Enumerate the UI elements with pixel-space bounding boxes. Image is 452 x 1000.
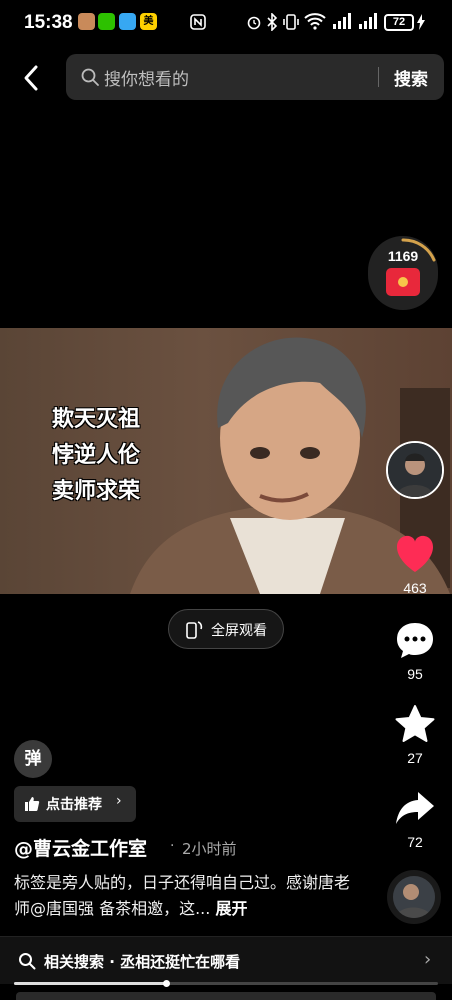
share-count: 72 bbox=[407, 834, 423, 850]
chevron-right-icon: › bbox=[424, 949, 432, 970]
red-envelope-icon bbox=[386, 268, 420, 296]
search-icon bbox=[81, 68, 99, 86]
caption-line: 悖逆人伦 bbox=[52, 443, 141, 468]
playback-progress[interactable] bbox=[14, 980, 438, 987]
recommend-button[interactable]: 点击推荐 › bbox=[14, 786, 136, 822]
charging-icon bbox=[417, 14, 425, 30]
search-input[interactable]: 搜你想看的 bbox=[104, 65, 189, 90]
battery-indicator: 72 bbox=[384, 14, 414, 31]
author-name[interactable]: @曹云金工作室 bbox=[14, 834, 147, 861]
signal-icon bbox=[333, 13, 351, 29]
comment-button[interactable]: 95 bbox=[380, 620, 450, 682]
wifi-icon bbox=[304, 13, 326, 30]
like-count: 463 bbox=[403, 580, 427, 596]
description-text: 标签是旁人贴的，日子还得咱自己过。感谢唐老师@唐国强 备茶相邀，这... bbox=[14, 873, 351, 918]
nfc-icon bbox=[190, 14, 206, 30]
progress-fill bbox=[14, 982, 167, 985]
heart-icon bbox=[396, 535, 434, 572]
fullscreen-button[interactable]: 全屏观看 bbox=[168, 609, 284, 649]
favorite-count: 27 bbox=[407, 750, 423, 766]
status-bar: 15:38 美 72 bbox=[0, 0, 452, 46]
wechat-icon bbox=[98, 13, 115, 30]
star-icon bbox=[395, 705, 435, 742]
post-description: 标签是旁人贴的，日子还得咱自己过。感谢唐老师@唐国强 备茶相邀，这... 展开 bbox=[14, 870, 354, 922]
expand-link[interactable]: 展开 bbox=[215, 899, 247, 918]
search-icon bbox=[19, 953, 36, 970]
app-notification-icon bbox=[119, 13, 136, 30]
signal-icon bbox=[359, 13, 377, 29]
red-packet-reward[interactable]: 1169 bbox=[368, 236, 438, 310]
search-button[interactable]: 搜索 bbox=[394, 65, 428, 90]
related-search-bar[interactable]: 相关搜索 · 丞相还挺忙在哪看 › bbox=[0, 936, 452, 984]
fullscreen-label: 全屏观看 bbox=[211, 623, 267, 639]
caption-line: 欺天灭祖 bbox=[52, 407, 141, 432]
progress-knob[interactable] bbox=[163, 980, 171, 987]
vibrate-icon bbox=[283, 14, 299, 30]
meituan-icon: 美 bbox=[140, 13, 157, 30]
music-disc[interactable] bbox=[387, 870, 441, 924]
recommend-label: 点击推荐 bbox=[46, 797, 102, 813]
back-arrow-icon[interactable] bbox=[18, 62, 46, 94]
danmu-toggle[interactable]: 弹 bbox=[14, 740, 52, 778]
video-caption: 欺天灭祖 悖逆人伦 卖师求荣 bbox=[52, 402, 140, 510]
separator-dot: · bbox=[170, 838, 175, 854]
search-bar[interactable]: 搜你想看的 搜索 bbox=[66, 54, 444, 100]
bottom-bar bbox=[16, 992, 436, 1000]
post-time: 2小时前 bbox=[182, 840, 237, 858]
search-divider bbox=[378, 67, 379, 87]
reward-count: 1169 bbox=[387, 248, 419, 264]
thumbs-up-icon bbox=[25, 797, 40, 811]
caption-line: 卖师求荣 bbox=[52, 479, 141, 504]
comment-count: 95 bbox=[407, 666, 423, 682]
alarm-icon bbox=[247, 16, 261, 30]
share-arrow-icon bbox=[396, 792, 434, 824]
chevron-right-icon: › bbox=[116, 793, 122, 809]
favorite-button[interactable]: 27 bbox=[380, 704, 450, 766]
share-button[interactable]: 72 bbox=[380, 788, 450, 850]
related-search-text: 相关搜索 · 丞相还挺忙在哪看 bbox=[44, 953, 241, 971]
bluetooth-icon bbox=[267, 13, 278, 31]
app-notification-icon bbox=[78, 13, 95, 30]
author-avatar[interactable] bbox=[386, 441, 444, 499]
status-time: 15:38 bbox=[24, 12, 73, 33]
danmu-label: 弹 bbox=[24, 749, 42, 769]
avatar-image bbox=[388, 443, 442, 497]
music-cover-image bbox=[393, 876, 435, 918]
like-button[interactable]: 463 bbox=[380, 534, 450, 596]
fullscreen-rotate-icon bbox=[186, 621, 203, 639]
comment-icon bbox=[397, 623, 433, 658]
